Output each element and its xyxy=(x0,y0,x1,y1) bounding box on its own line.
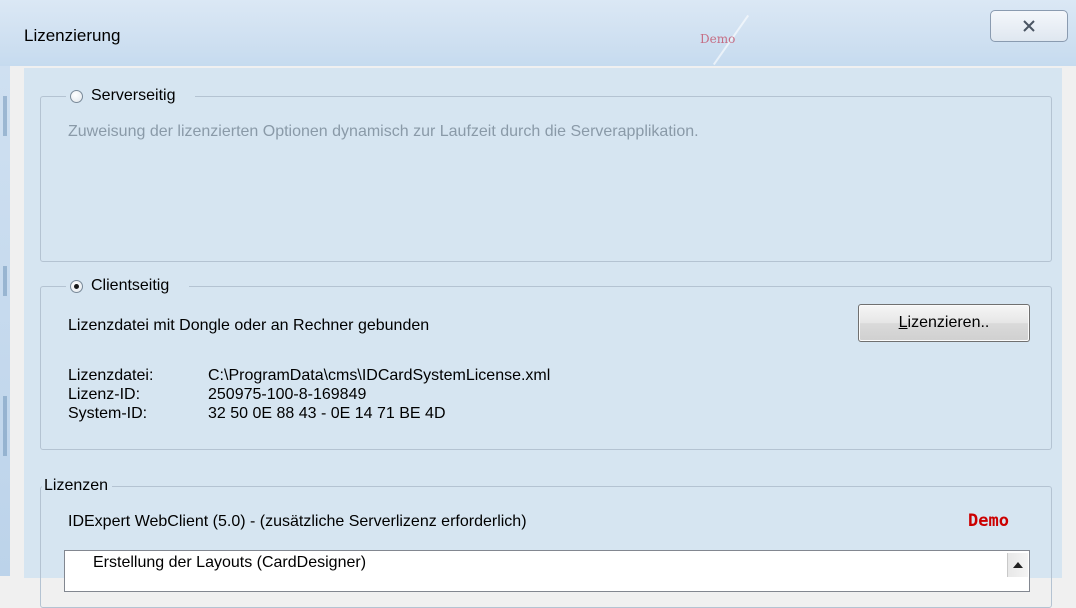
arrow-up-icon xyxy=(1013,562,1023,568)
license-id-key: Lizenz-ID: xyxy=(68,386,141,403)
window-title: Lizenzierung xyxy=(24,26,121,45)
licensed-product: IDExpert WebClient (5.0) - (zusätzliche … xyxy=(68,513,527,530)
license-file-value: C:\ProgramData\cms\IDCardSystemLicense.x… xyxy=(208,367,551,384)
server-option-label: Serverseitig xyxy=(91,87,176,104)
window-titlebar[interactable]: Lizenzierung Demo xyxy=(0,0,1076,66)
system-id-value: 32 50 0E 88 43 - 0E 14 71 BE 4D xyxy=(208,405,446,422)
close-button[interactable] xyxy=(990,10,1068,42)
demo-watermark: Demo xyxy=(700,32,736,46)
license-id-value: 250975-100-8-169849 xyxy=(208,386,367,403)
dialog-client-area: Serverseitig Zuweisung der lizenzierten … xyxy=(10,66,1076,608)
window-left-border xyxy=(0,66,10,576)
scrollbar-up-button[interactable] xyxy=(1007,553,1028,577)
server-radio[interactable] xyxy=(70,89,83,103)
licenses-group-title: Lizenzen xyxy=(42,474,113,498)
server-group xyxy=(40,96,1052,262)
license-options-list[interactable]: Erstellung der Layouts (CardDesigner) xyxy=(64,550,1030,592)
license-status-badge: Demo xyxy=(968,511,1009,531)
client-option-label: Clientseitig xyxy=(91,277,170,294)
dialog-panel: Serverseitig Zuweisung der lizenzierten … xyxy=(24,68,1062,608)
license-button[interactable]: Lizenzieren.. xyxy=(858,304,1030,342)
client-option[interactable]: Clientseitig xyxy=(66,274,190,298)
system-id-key: System-ID: xyxy=(68,405,148,422)
list-item[interactable]: Erstellung der Layouts (CardDesigner) xyxy=(93,553,366,572)
close-icon xyxy=(1023,20,1035,32)
licenses-group-label: Lizenzen xyxy=(44,477,109,494)
license-file-key: Lizenzdatei: xyxy=(68,367,154,384)
server-description: Zuweisung der lizenzierten Optionen dyna… xyxy=(68,123,699,140)
license-button-label: Lizenzieren.. xyxy=(898,314,990,331)
client-radio[interactable] xyxy=(70,279,83,293)
client-description: Lizenzdatei mit Dongle oder an Rechner g… xyxy=(68,317,430,334)
server-option[interactable]: Serverseitig xyxy=(66,84,196,108)
